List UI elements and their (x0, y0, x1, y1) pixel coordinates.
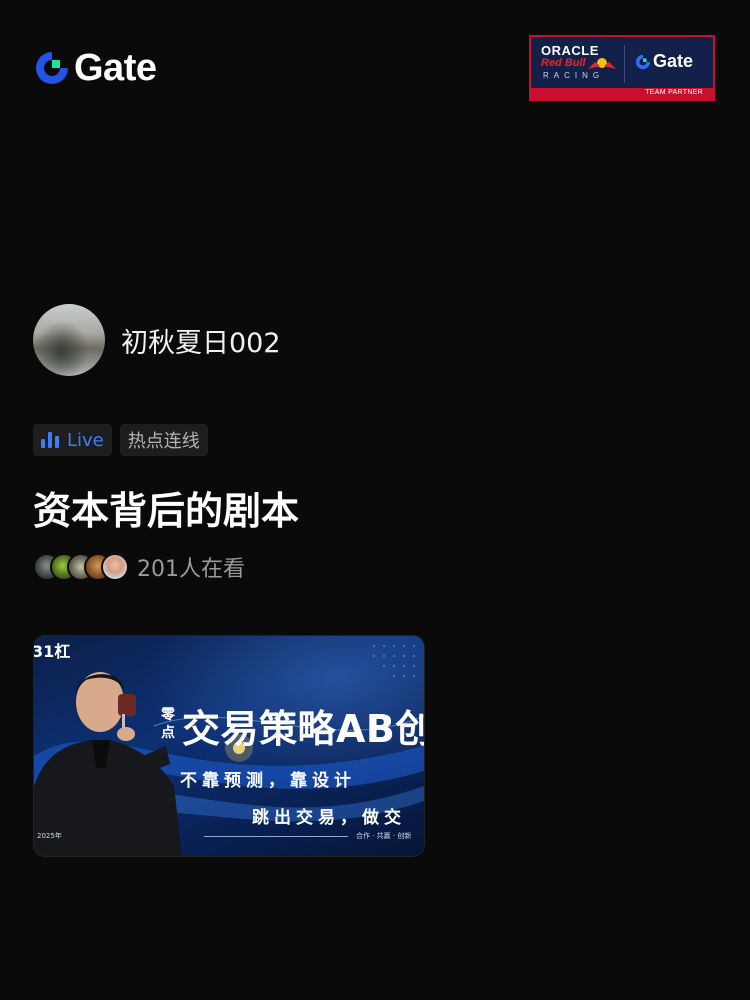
topic-label: 热点连线 (127, 431, 200, 452)
cover-subline-2: 跳出交易，做交 (252, 808, 406, 828)
gate-logo[interactable]: Gate (34, 47, 157, 89)
host-info[interactable]: 初秋夏日002 (33, 304, 281, 376)
gate-logo-icon (36, 52, 68, 84)
partner-gate-text: Gate (653, 51, 694, 71)
live-label: Live (67, 429, 104, 451)
oracle-text: ORACLE (541, 43, 599, 58)
partner-gate-logo: Gate (635, 51, 693, 72)
redbull-text: Red Bull (541, 57, 586, 69)
stream-title: 资本背后的剧本 (33, 489, 300, 533)
partner-bar: TEAM PARTNER (531, 88, 713, 99)
redbull-icon (588, 58, 616, 69)
cover-corner-text: 31杠 (33, 642, 71, 661)
speaker-photo (34, 672, 182, 856)
live-bars-icon (41, 432, 59, 448)
stream-cover[interactable]: 31杠 零点 交易策略AB创 不靠预测，靠设计 跳出交易，做交 2025年 合作… (33, 635, 425, 857)
cover-headline: 交易策略AB创 (182, 707, 425, 751)
racing-text: RACING (543, 71, 605, 80)
gate-logo-icon (635, 54, 651, 69)
team-partner-badge: ORACLE Red Bull RACING Gate TEAM PARTNER (529, 35, 715, 101)
viewer-avatars (33, 553, 129, 581)
gate-logo-text: Gate (74, 47, 157, 89)
cover-tagline: 合作 · 共赢 · 创新 (356, 832, 412, 840)
topic-tag[interactable]: 热点连线 (119, 424, 208, 456)
live-tag: Live (33, 424, 112, 456)
partner-divider (624, 45, 625, 83)
host-avatar[interactable] (33, 304, 105, 376)
cover-divider (204, 836, 348, 837)
stream-tags: Live 热点连线 (33, 424, 208, 456)
team-partner-text: TEAM PARTNER (645, 89, 703, 96)
viewer-count: 201人在看 (137, 557, 245, 582)
cover-subline-1: 不靠预测，靠设计 (180, 771, 356, 791)
cover-small-text: 零点 (161, 707, 175, 741)
cover-year: 2025年 (37, 832, 62, 840)
viewers-row: 201人在看 (33, 551, 245, 583)
viewer-avatar (101, 553, 129, 581)
host-name: 初秋夏日002 (121, 327, 281, 359)
